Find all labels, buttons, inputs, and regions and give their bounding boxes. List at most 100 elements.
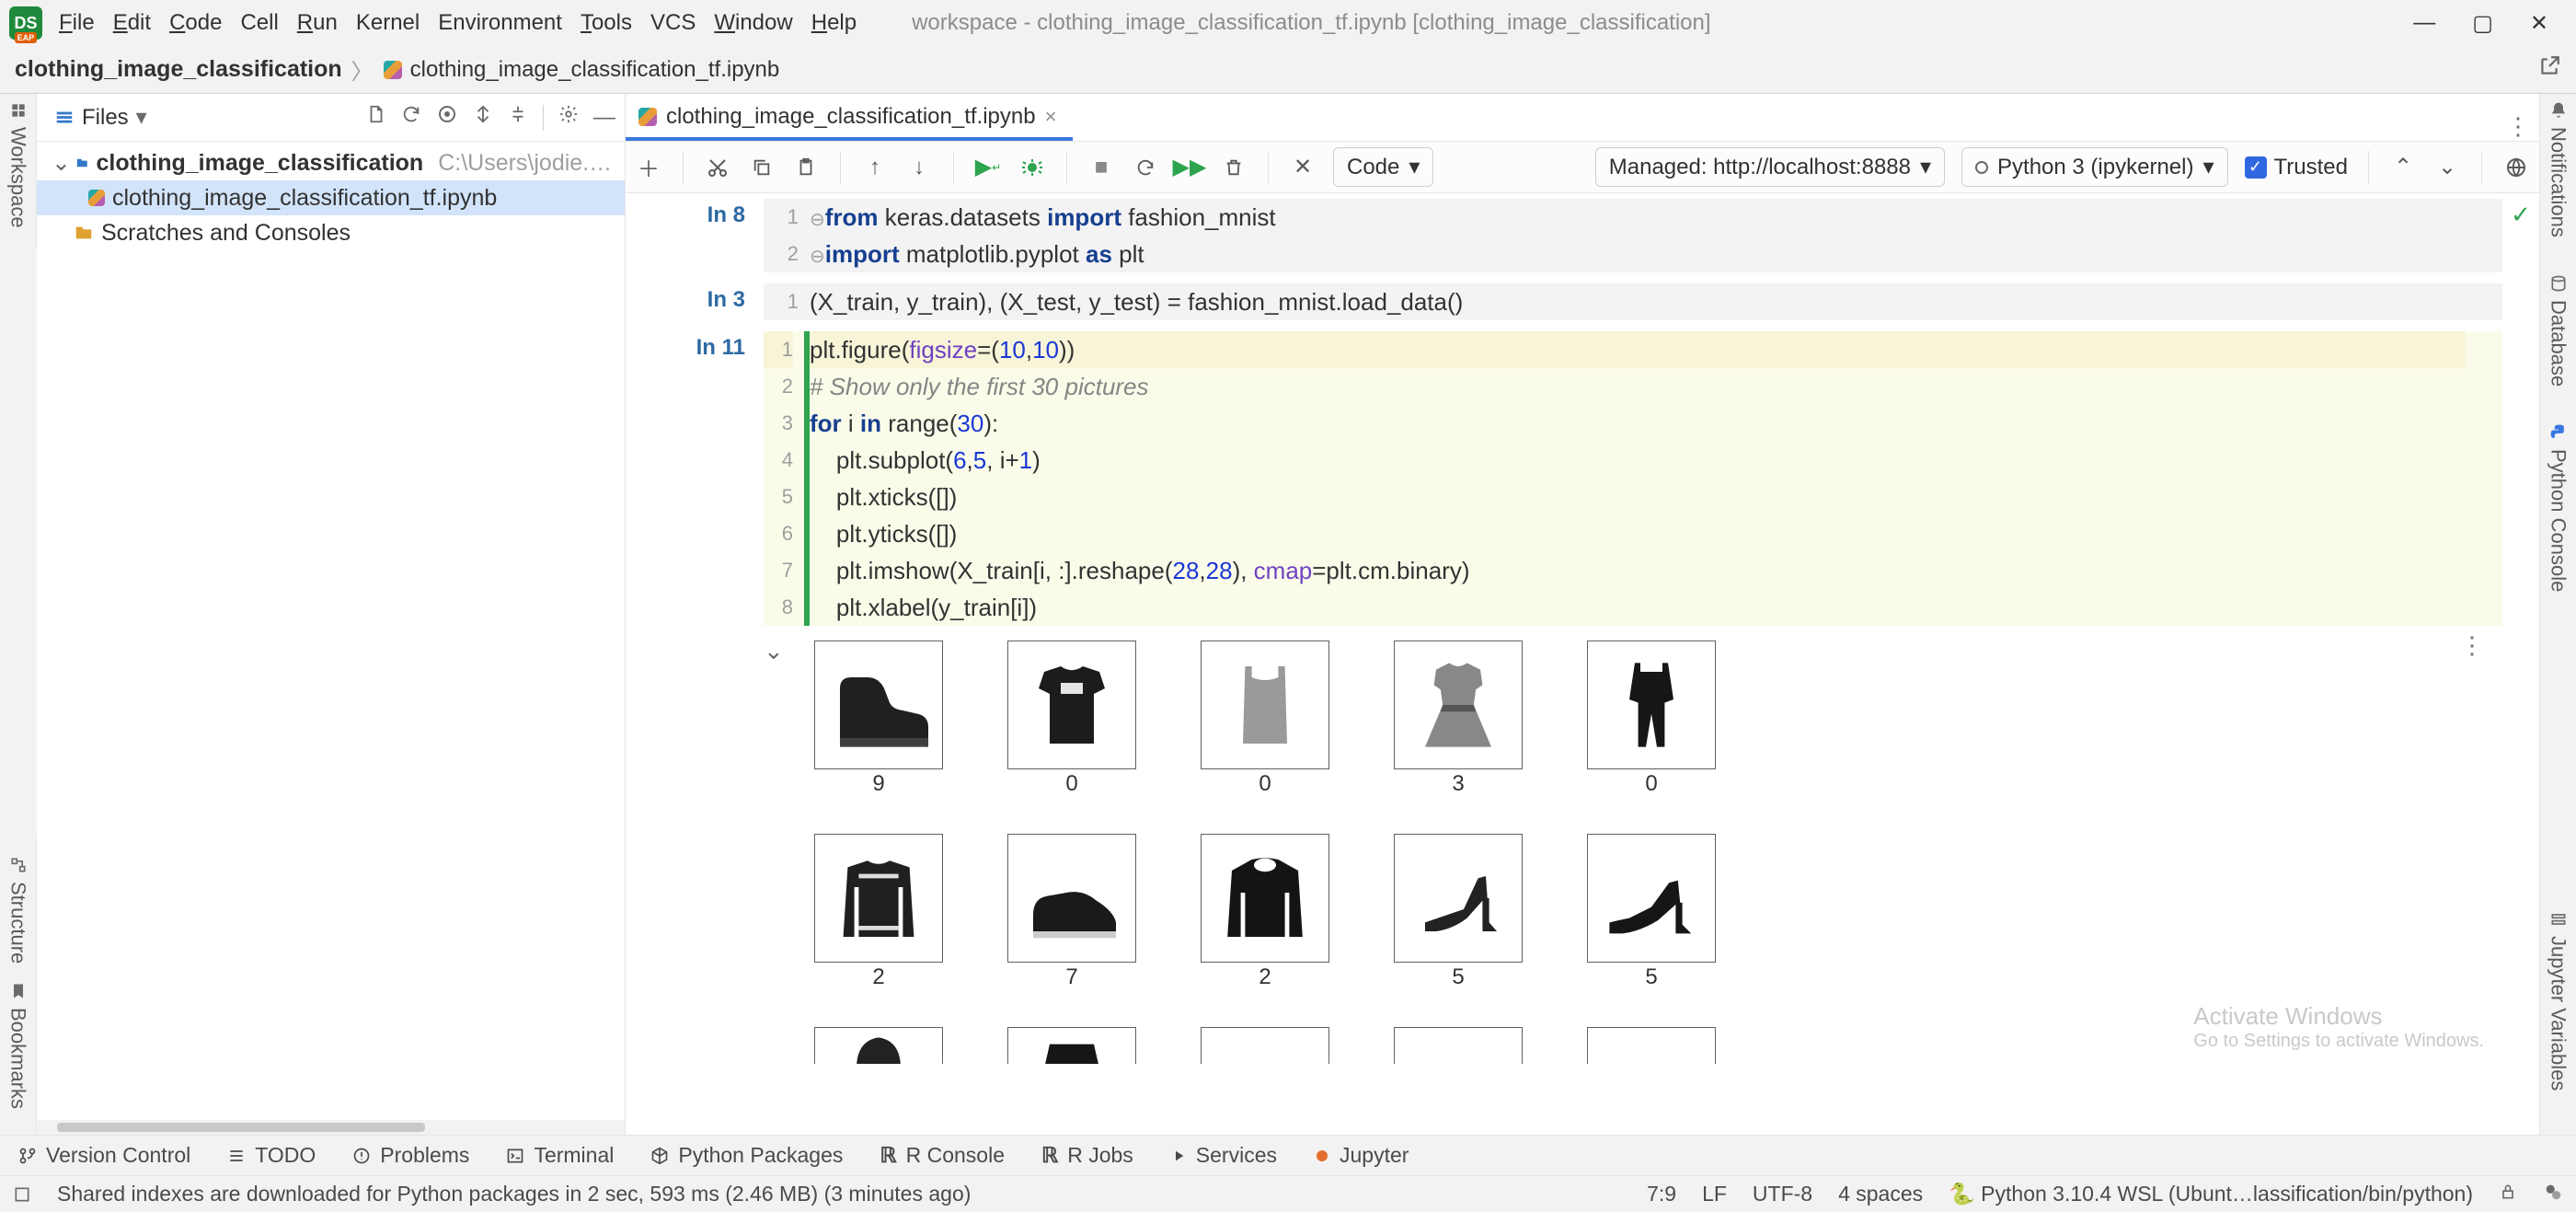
version-control-tool-button[interactable]: Version Control <box>18 1143 190 1168</box>
output-collapse-icon[interactable]: ⌄ <box>764 631 791 1064</box>
delete-cell-icon[interactable] <box>1220 157 1248 178</box>
code-cell[interactable]: In 3 1 (X_train, y_train), (X_test, y_te… <box>626 278 2502 326</box>
add-cell-button[interactable]: ＋ <box>635 151 662 183</box>
python-console-tool-button[interactable]: Python Console <box>2547 423 2570 592</box>
minimize-button[interactable]: — <box>2413 10 2435 37</box>
menu-kernel[interactable]: Kernel <box>356 10 420 36</box>
menu-vcs[interactable]: VCS <box>650 10 696 36</box>
breadcrumb-separator: 〉 <box>351 53 374 86</box>
output-image-partial <box>800 1027 957 1064</box>
output-image: 2 <box>800 834 957 990</box>
menu-file[interactable]: File <box>59 10 95 36</box>
move-cell-down-icon[interactable]: ↓ <box>905 155 933 180</box>
main-area: Workspace Structure Bookmarks Files ▾ <box>0 94 2576 1135</box>
editor-tabs: clothing_image_classification_tf.ipynb ×… <box>626 94 2539 142</box>
tree-root[interactable]: ⌄ clothing_image_classification C:\Users… <box>37 145 625 180</box>
run-cell-icon[interactable]: ▶↵ <box>974 154 1002 180</box>
close-icon[interactable]: ✕ <box>1289 154 1317 180</box>
status-line-sep[interactable]: LF <box>1702 1182 1727 1206</box>
right-tool-rail: Notifications Database Python Console Ju… <box>2539 94 2576 1135</box>
output-image: 0 <box>1187 641 1343 797</box>
status-interpreter[interactable]: 🐍 Python 3.10.4 WSL (Ubunt…lassification… <box>1949 1182 2473 1206</box>
notebook-scroll[interactable]: In 8 12 ⊖from keras.datasets import fash… <box>626 193 2502 1135</box>
status-lock-icon[interactable] <box>2499 1182 2517 1206</box>
navigation-bar: clothing_image_classification 〉 clothing… <box>0 46 2576 94</box>
nav-prev-icon[interactable]: ⌃ <box>2389 154 2417 180</box>
project-view-selector[interactable]: Files ▾ <box>46 99 155 135</box>
open-in-new-window-icon[interactable] <box>2537 54 2561 85</box>
output-image: 9 <box>800 641 957 797</box>
paste-cell-icon[interactable] <box>792 157 820 178</box>
menu-help[interactable]: Help <box>811 10 857 36</box>
debug-cell-icon[interactable] <box>1018 156 1046 179</box>
menu-run[interactable]: Run <box>297 10 338 36</box>
notebook-body: In 8 12 ⊖from keras.datasets import fash… <box>626 193 2539 1135</box>
inspections-ok-icon[interactable]: ✓ <box>2511 201 2531 229</box>
menu-environment[interactable]: Environment <box>438 10 562 36</box>
settings-icon[interactable] <box>558 104 579 131</box>
code-cell-active[interactable]: In 11 12345678 plt.figure(figsize=(10,10… <box>626 326 2502 631</box>
python-packages-tool-button[interactable]: Python Packages <box>650 1143 843 1168</box>
r-jobs-tool-button[interactable]: ℝR Jobs <box>1041 1143 1133 1168</box>
run-all-icon[interactable]: ▶▶ <box>1176 154 1203 180</box>
status-indent[interactable]: 4 spaces <box>1838 1182 1923 1206</box>
breadcrumb-file[interactable]: clothing_image_classification_tf.ipynb <box>410 57 780 83</box>
bookmarks-tool-button[interactable]: Bookmarks <box>6 982 30 1109</box>
new-file-icon[interactable] <box>366 104 386 131</box>
structure-tool-button[interactable]: Structure <box>6 856 30 964</box>
cell-type-dropdown[interactable]: Code▾ <box>1333 147 1433 187</box>
tree-scratches[interactable]: Scratches and Consoles <box>37 215 625 250</box>
menu-cell[interactable]: Cell <box>240 10 278 36</box>
services-tool-button[interactable]: Services <box>1170 1143 1277 1168</box>
project-horizontal-scrollbar[interactable] <box>37 1120 625 1135</box>
database-tool-button[interactable]: Database <box>2547 274 2570 387</box>
status-bar: Shared indexes are downloaded for Python… <box>0 1175 2576 1212</box>
restart-kernel-icon[interactable] <box>1132 157 1159 178</box>
open-in-browser-icon[interactable] <box>2502 156 2530 179</box>
editor-tab-active[interactable]: clothing_image_classification_tf.ipynb × <box>626 95 1073 141</box>
jupyter-server-dropdown[interactable]: Managed: http://localhost:8888▾ <box>1595 147 1945 187</box>
tree-notebook-file[interactable]: clothing_image_classification_tf.ipynb <box>37 180 625 215</box>
window-title: workspace - clothing_image_classificatio… <box>857 10 2413 36</box>
status-encoding[interactable]: UTF-8 <box>1753 1182 1812 1206</box>
close-button[interactable]: ✕ <box>2530 10 2548 37</box>
collapse-all-icon[interactable] <box>508 104 528 131</box>
status-cursor-position[interactable]: 7:9 <box>1647 1182 1676 1206</box>
output-menu-icon[interactable]: ⋮ <box>2460 631 2502 1064</box>
menu-code[interactable]: Code <box>169 10 222 36</box>
refresh-icon[interactable] <box>401 104 421 131</box>
status-toggle-icon[interactable] <box>13 1185 31 1204</box>
jupyter-variables-tool-button[interactable]: Jupyter Variables <box>2547 910 2570 1091</box>
nav-next-icon[interactable]: ⌄ <box>2433 154 2461 180</box>
menu-edit[interactable]: Edit <box>113 10 151 36</box>
r-console-tool-button[interactable]: ℝR Console <box>880 1143 1005 1168</box>
notebook-file-icon <box>383 60 403 80</box>
menu-tools[interactable]: Tools <box>581 10 632 36</box>
trusted-checkbox[interactable]: ✓Trusted <box>2245 155 2348 180</box>
editor-tabs-menu[interactable]: ⋮ <box>2506 112 2539 141</box>
expand-all-icon[interactable] <box>473 104 493 131</box>
code-cell[interactable]: In 8 12 ⊖from keras.datasets import fash… <box>626 193 2502 278</box>
maximize-button[interactable]: ▢ <box>2472 10 2493 37</box>
cut-cell-icon[interactable] <box>704 156 731 179</box>
copy-cell-icon[interactable] <box>748 157 776 178</box>
interrupt-kernel-icon[interactable]: ■ <box>1087 155 1115 180</box>
terminal-tool-button[interactable]: Terminal <box>506 1143 614 1168</box>
problems-tool-button[interactable]: Problems <box>352 1143 469 1168</box>
kernel-dropdown[interactable]: Python 3 (ipykernel)▾ <box>1961 147 2227 187</box>
todo-tool-button[interactable]: TODO <box>227 1143 316 1168</box>
workspace-tool-button[interactable]: Workspace <box>6 101 30 228</box>
output-image: 5 <box>1380 834 1536 990</box>
hide-panel-icon[interactable]: — <box>593 105 615 131</box>
scroll-to-source-icon[interactable] <box>436 103 458 132</box>
editor-area: clothing_image_classification_tf.ipynb ×… <box>626 94 2539 1135</box>
breadcrumb-project[interactable]: clothing_image_classification <box>15 56 342 83</box>
tab-close-icon[interactable]: × <box>1045 105 1057 129</box>
status-process-icon[interactable] <box>2543 1182 2563 1207</box>
notifications-tool-button[interactable]: Notifications <box>2547 101 2570 237</box>
notebook-toolbar: ＋ ↑ ↓ ▶↵ ■ ▶▶ ✕ Code▾ Managed: http://lo… <box>626 142 2539 193</box>
project-toolbar: Files ▾ — <box>37 94 625 142</box>
move-cell-up-icon[interactable]: ↑ <box>861 155 889 180</box>
menu-window[interactable]: Window <box>714 10 792 36</box>
jupyter-tool-button[interactable]: Jupyter <box>1314 1143 1409 1168</box>
